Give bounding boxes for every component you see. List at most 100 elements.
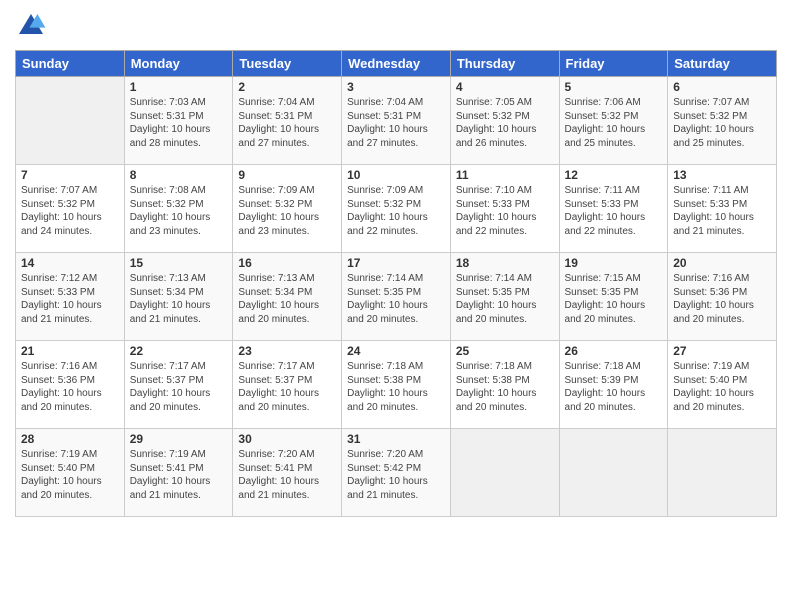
calendar-cell: 18Sunrise: 7:14 AMSunset: 5:35 PMDayligh…: [450, 253, 559, 341]
cell-content: Sunrise: 7:04 AMSunset: 5:31 PMDaylight:…: [347, 96, 445, 150]
day-header-friday: Friday: [559, 51, 668, 77]
cell-content: Sunrise: 7:13 AMSunset: 5:34 PMDaylight:…: [130, 272, 228, 326]
day-number: 18: [456, 256, 554, 270]
cell-content: Sunrise: 7:06 AMSunset: 5:32 PMDaylight:…: [565, 96, 663, 150]
day-number: 1: [130, 80, 228, 94]
day-number: 24: [347, 344, 445, 358]
cell-content: Sunrise: 7:12 AMSunset: 5:33 PMDaylight:…: [21, 272, 119, 326]
calendar-cell: 29 Sunrise: 7:19 AMSunset: 5:41 PMDayligh…: [124, 429, 233, 517]
day-number: 27: [673, 344, 771, 358]
day-header-sunday: Sunday: [16, 51, 125, 77]
day-number: 15: [130, 256, 228, 270]
page-container: SundayMondayTuesdayWednesdayThursdayFrid…: [0, 0, 792, 527]
day-header-tuesday: Tuesday: [233, 51, 342, 77]
calendar-cell: 17Sunrise: 7:14 AMSunset: 5:35 PMDayligh…: [342, 253, 451, 341]
day-number: 11: [456, 168, 554, 182]
calendar-cell: 8 Sunrise: 7:08 AMSunset: 5:32 PMDaylight…: [124, 165, 233, 253]
calendar-cell: 26 Sunrise: 7:18 AMSunset: 5:39 PMDayligh…: [559, 341, 668, 429]
cell-content: Sunrise: 7:10 AMSunset: 5:33 PMDaylight:…: [456, 184, 554, 238]
day-number: 13: [673, 168, 771, 182]
cell-content: Sunrise: 7:09 AMSunset: 5:32 PMDaylight:…: [347, 184, 445, 238]
cell-content: Sunrise: 7:03 AMSunset: 5:31 PMDaylight:…: [130, 96, 228, 150]
calendar-cell: 9Sunrise: 7:09 AMSunset: 5:32 PMDaylight…: [233, 165, 342, 253]
cell-content: Sunrise: 7:19 AMSunset: 5:40 PMDaylight:…: [673, 360, 771, 414]
day-number: 8: [130, 168, 228, 182]
calendar-cell: 10 Sunrise: 7:09 AMSunset: 5:32 PMDayligh…: [342, 165, 451, 253]
week-row-1: 1 Sunrise: 7:03 AMSunset: 5:31 PMDaylight…: [16, 77, 777, 165]
week-row-2: 7 Sunrise: 7:07 AMSunset: 5:32 PMDaylight…: [16, 165, 777, 253]
cell-content: Sunrise: 7:20 AMSunset: 5:41 PMDaylight:…: [238, 448, 336, 502]
cell-content: Sunrise: 7:07 AMSunset: 5:32 PMDaylight:…: [673, 96, 771, 150]
calendar-cell: 27 Sunrise: 7:19 AMSunset: 5:40 PMDayligh…: [668, 341, 777, 429]
cell-content: Sunrise: 7:19 AMSunset: 5:41 PMDaylight:…: [130, 448, 228, 502]
calendar-cell: 22Sunrise: 7:17 AMSunset: 5:37 PMDayligh…: [124, 341, 233, 429]
day-number: 23: [238, 344, 336, 358]
cell-content: Sunrise: 7:15 AMSunset: 5:35 PMDaylight:…: [565, 272, 663, 326]
day-number: 4: [456, 80, 554, 94]
calendar-cell: 24 Sunrise: 7:18 AMSunset: 5:38 PMDayligh…: [342, 341, 451, 429]
logo: [15, 10, 51, 42]
calendar-cell: 11 Sunrise: 7:10 AMSunset: 5:33 PMDayligh…: [450, 165, 559, 253]
day-number: 21: [21, 344, 119, 358]
day-number: 19: [565, 256, 663, 270]
week-row-4: 21 Sunrise: 7:16 AMSunset: 5:36 PMDayligh…: [16, 341, 777, 429]
calendar-header: SundayMondayTuesdayWednesdayThursdayFrid…: [16, 51, 777, 77]
cell-content: Sunrise: 7:18 AMSunset: 5:38 PMDaylight:…: [347, 360, 445, 414]
day-number: 5: [565, 80, 663, 94]
day-header-wednesday: Wednesday: [342, 51, 451, 77]
header-row: SundayMondayTuesdayWednesdayThursdayFrid…: [16, 51, 777, 77]
cell-content: Sunrise: 7:16 AMSunset: 5:36 PMDaylight:…: [673, 272, 771, 326]
cell-content: Sunrise: 7:08 AMSunset: 5:32 PMDaylight:…: [130, 184, 228, 238]
day-number: 20: [673, 256, 771, 270]
calendar-cell: 2Sunrise: 7:04 AMSunset: 5:31 PMDaylight…: [233, 77, 342, 165]
day-number: 16: [238, 256, 336, 270]
cell-content: Sunrise: 7:07 AMSunset: 5:32 PMDaylight:…: [21, 184, 119, 238]
day-number: 10: [347, 168, 445, 182]
day-header-saturday: Saturday: [668, 51, 777, 77]
cell-content: Sunrise: 7:18 AMSunset: 5:39 PMDaylight:…: [565, 360, 663, 414]
calendar-cell: 6 Sunrise: 7:07 AMSunset: 5:32 PMDaylight…: [668, 77, 777, 165]
day-number: 14: [21, 256, 119, 270]
day-number: 29: [130, 432, 228, 446]
cell-content: Sunrise: 7:05 AMSunset: 5:32 PMDaylight:…: [456, 96, 554, 150]
calendar-cell: 14 Sunrise: 7:12 AMSunset: 5:33 PMDayligh…: [16, 253, 125, 341]
calendar-cell: 23Sunrise: 7:17 AMSunset: 5:37 PMDayligh…: [233, 341, 342, 429]
calendar-cell: [559, 429, 668, 517]
calendar-cell: 20 Sunrise: 7:16 AMSunset: 5:36 PMDayligh…: [668, 253, 777, 341]
cell-content: Sunrise: 7:20 AMSunset: 5:42 PMDaylight:…: [347, 448, 445, 502]
cell-content: Sunrise: 7:18 AMSunset: 5:38 PMDaylight:…: [456, 360, 554, 414]
calendar-cell: 31Sunrise: 7:20 AMSunset: 5:42 PMDayligh…: [342, 429, 451, 517]
day-number: 6: [673, 80, 771, 94]
calendar-cell: [16, 77, 125, 165]
calendar-cell: 21 Sunrise: 7:16 AMSunset: 5:36 PMDayligh…: [16, 341, 125, 429]
calendar-cell: 19 Sunrise: 7:15 AMSunset: 5:35 PMDayligh…: [559, 253, 668, 341]
calendar-body: 1 Sunrise: 7:03 AMSunset: 5:31 PMDaylight…: [16, 77, 777, 517]
week-row-3: 14 Sunrise: 7:12 AMSunset: 5:33 PMDayligh…: [16, 253, 777, 341]
cell-content: Sunrise: 7:19 AMSunset: 5:40 PMDaylight:…: [21, 448, 119, 502]
calendar-table: SundayMondayTuesdayWednesdayThursdayFrid…: [15, 50, 777, 517]
day-header-thursday: Thursday: [450, 51, 559, 77]
day-number: 30: [238, 432, 336, 446]
cell-content: Sunrise: 7:16 AMSunset: 5:36 PMDaylight:…: [21, 360, 119, 414]
day-number: 26: [565, 344, 663, 358]
calendar-cell: 7 Sunrise: 7:07 AMSunset: 5:32 PMDaylight…: [16, 165, 125, 253]
calendar-cell: 16 Sunrise: 7:13 AMSunset: 5:34 PMDayligh…: [233, 253, 342, 341]
day-number: 28: [21, 432, 119, 446]
day-number: 7: [21, 168, 119, 182]
day-number: 22: [130, 344, 228, 358]
day-number: 3: [347, 80, 445, 94]
calendar-cell: 25 Sunrise: 7:18 AMSunset: 5:38 PMDayligh…: [450, 341, 559, 429]
calendar-cell: 4 Sunrise: 7:05 AMSunset: 5:32 PMDaylight…: [450, 77, 559, 165]
day-number: 9: [238, 168, 336, 182]
calendar-cell: 5 Sunrise: 7:06 AMSunset: 5:32 PMDaylight…: [559, 77, 668, 165]
calendar-cell: 3 Sunrise: 7:04 AMSunset: 5:31 PMDaylight…: [342, 77, 451, 165]
cell-content: Sunrise: 7:11 AMSunset: 5:33 PMDaylight:…: [673, 184, 771, 238]
calendar-cell: [450, 429, 559, 517]
day-number: 25: [456, 344, 554, 358]
cell-content: Sunrise: 7:04 AMSunset: 5:31 PMDaylight:…: [238, 96, 336, 150]
calendar-cell: [668, 429, 777, 517]
day-number: 17: [347, 256, 445, 270]
day-header-monday: Monday: [124, 51, 233, 77]
calendar-cell: 15 Sunrise: 7:13 AMSunset: 5:34 PMDayligh…: [124, 253, 233, 341]
cell-content: Sunrise: 7:13 AMSunset: 5:34 PMDaylight:…: [238, 272, 336, 326]
